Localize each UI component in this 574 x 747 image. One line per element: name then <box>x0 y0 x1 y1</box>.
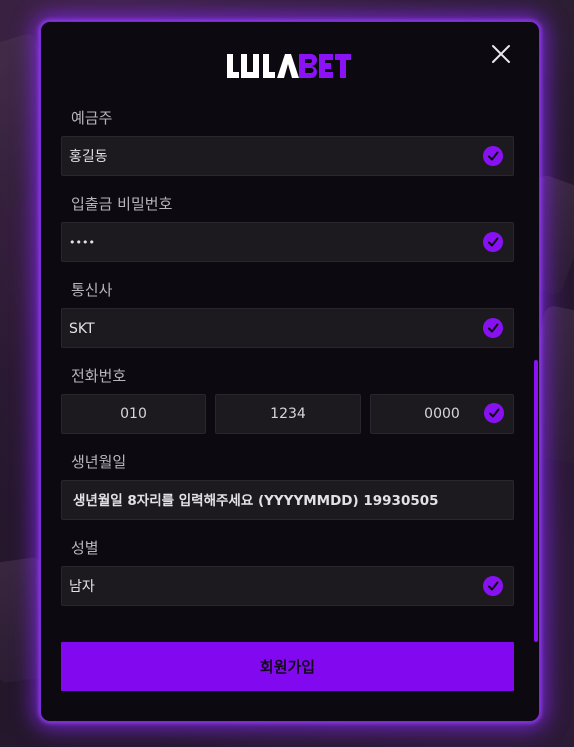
phone-label: 전화번호 <box>71 367 127 385</box>
check-icon <box>483 576 503 596</box>
brand-logo <box>227 52 351 82</box>
check-icon <box>483 146 503 166</box>
carrier-label: 통신사 <box>71 281 113 299</box>
phone-part2-input[interactable]: 1234 <box>215 394 361 434</box>
account-holder-field[interactable]: 홍길동 <box>61 136 514 176</box>
check-icon <box>483 318 503 338</box>
phone-part1-input[interactable]: 010 <box>61 394 206 434</box>
birthdate-field[interactable]: 생년월일 8자리를 입력해주세요 (YYYYMMDD) 19930505 <box>61 480 514 520</box>
account-holder-value: 홍길동 <box>69 149 108 165</box>
check-icon <box>484 403 504 423</box>
brand-logo-image <box>227 54 351 78</box>
account-holder-label: 예금주 <box>71 109 113 127</box>
signup-modal: 예금주 홍길동 입출금 비밀번호 •••• 통신사 SKT 전화번호 010 1… <box>40 21 540 722</box>
withdraw-password-field[interactable]: •••• <box>61 222 514 262</box>
carrier-value: SKT <box>69 321 95 337</box>
gender-select[interactable]: 남자 <box>61 566 514 606</box>
carrier-select[interactable]: SKT <box>61 308 514 348</box>
check-icon <box>483 232 503 252</box>
close-icon <box>492 45 510 63</box>
scrollbar-thumb[interactable] <box>534 360 538 642</box>
withdraw-password-label: 입출금 비밀번호 <box>71 195 173 213</box>
phone-part3-value: 0000 <box>424 406 460 422</box>
signup-button[interactable]: 회원가입 <box>61 642 514 691</box>
birthdate-label: 생년월일 <box>71 453 127 471</box>
withdraw-password-value: •••• <box>69 236 95 249</box>
gender-label: 성별 <box>71 539 99 557</box>
close-button[interactable] <box>489 42 513 66</box>
phone-field-group: 010 1234 0000 <box>61 394 514 434</box>
gender-value: 남자 <box>69 579 95 595</box>
birthdate-value: 생년월일 8자리를 입력해주세요 (YYYYMMDD) 19930505 <box>73 493 439 509</box>
